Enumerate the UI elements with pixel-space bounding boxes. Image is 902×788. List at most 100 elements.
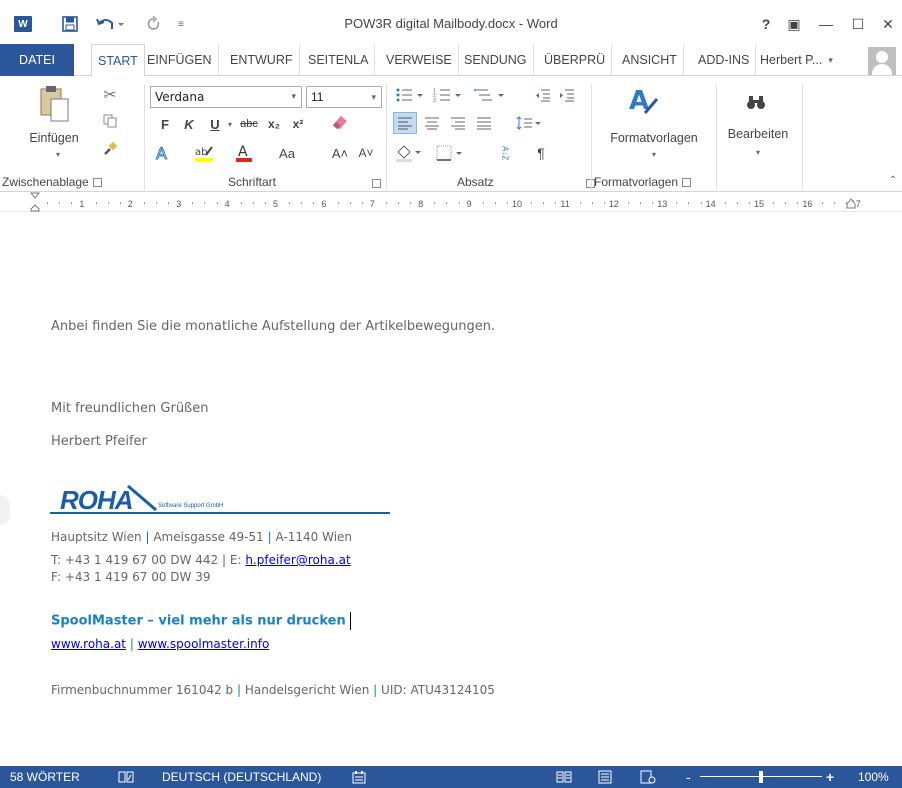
ruler-tick [156, 202, 157, 204]
clipboard-group-label: Zwischenablage [2, 175, 102, 189]
cut-button[interactable]: ✂ [98, 84, 122, 106]
decrease-indent-button[interactable] [532, 84, 554, 106]
horizontal-ruler[interactable]: 1 2 3 4 5 6 7 8 9 10 11 12 13 14 15 16 17 [0, 192, 902, 212]
zoom-in-button[interactable]: + [826, 766, 834, 788]
ruler-number: 16 [802, 199, 813, 209]
strikethrough-button[interactable]: abc [236, 114, 262, 134]
user-account-button[interactable]: Herbert P... ▾ [760, 44, 833, 76]
proofing-button[interactable] [118, 766, 134, 788]
minimize-button[interactable]: — [814, 14, 838, 34]
read-mode-button[interactable] [556, 766, 572, 788]
email-link[interactable]: h.pfeifer@roha.at [245, 553, 350, 567]
bold-button[interactable]: F [156, 114, 174, 134]
right-indent-marker[interactable] [846, 196, 856, 210]
ruler-tick [143, 202, 145, 204]
styles-button-label[interactable]: Formatvorlagen [596, 131, 712, 145]
print-layout-button[interactable] [598, 766, 612, 788]
highlighter-icon: ab [195, 146, 213, 162]
underline-button[interactable]: U [206, 114, 224, 134]
paste-dropdown-icon[interactable]: ▾ [38, 148, 78, 160]
shrink-font-button[interactable]: A˅ [356, 142, 376, 164]
help-button[interactable]: ? [754, 14, 778, 34]
ruler-tick [736, 202, 738, 204]
indent-marker[interactable] [30, 192, 40, 212]
tab-start[interactable]: START [91, 44, 145, 77]
borders-button[interactable] [432, 142, 468, 164]
tab-addins[interactable]: ADD-INS [692, 44, 757, 76]
grow-font-button[interactable]: A˄ [330, 142, 350, 164]
collapse-ribbon-button[interactable]: ⌃ [886, 173, 900, 187]
change-case-button[interactable]: Aa [270, 142, 304, 164]
tab-file[interactable]: DATEI [0, 44, 74, 76]
dialog-launcher-icon[interactable] [372, 179, 381, 188]
font-size-input[interactable]: 11 ▾ [306, 86, 382, 108]
align-center-button[interactable] [420, 112, 444, 134]
increase-indent-button[interactable] [556, 84, 578, 106]
avatar[interactable] [868, 47, 896, 75]
highlight-button[interactable]: ab [192, 142, 218, 164]
editing-dropdown-icon[interactable]: ▾ [752, 146, 764, 158]
zoom-level[interactable]: 100% [858, 766, 889, 788]
styles-gallery-button[interactable]: A [625, 82, 661, 122]
subscript-button[interactable]: x₂ [264, 114, 284, 134]
macro-record-button[interactable] [352, 766, 366, 788]
line-spacing-button[interactable] [512, 112, 546, 134]
zoom-out-button[interactable]: - [686, 766, 691, 788]
find-button[interactable] [736, 88, 776, 116]
numbered-list-icon: 123 [433, 88, 461, 103]
tab-design[interactable]: ENTWURF [224, 44, 300, 76]
styles-dropdown-icon[interactable]: ▾ [648, 148, 660, 160]
show-formatting-button[interactable]: ¶ [530, 142, 552, 164]
copy-button[interactable] [98, 110, 122, 132]
underline-dropdown-icon[interactable]: ▾ [224, 114, 236, 134]
paste-label[interactable]: Einfügen [22, 131, 86, 145]
chevron-down-icon[interactable]: ▾ [371, 87, 376, 107]
dialog-launcher-icon[interactable] [682, 178, 692, 188]
font-name-input[interactable]: Verdana ▾ [150, 86, 302, 108]
paragraph-group-label: Absatz [457, 175, 494, 189]
spoolmaster-website-link[interactable]: www.spoolmaster.info [138, 637, 270, 651]
print-layout-icon [598, 770, 612, 784]
sort-button[interactable]: A↓Z [494, 142, 516, 164]
tab-insert[interactable]: EINFÜGEN [141, 44, 219, 76]
tab-mailings[interactable]: SENDUNG [458, 44, 534, 76]
scissors-icon: ✂ [103, 87, 117, 104]
justify-button[interactable] [472, 112, 496, 134]
numbering-button[interactable]: 123 [430, 84, 466, 106]
web-links-line: www.roha.at | www.spoolmaster.info [51, 637, 270, 651]
superscript-button[interactable]: x² [288, 114, 308, 134]
align-right-button[interactable] [446, 112, 470, 134]
maximize-button[interactable]: ☐ [846, 14, 870, 34]
tab-layout[interactable]: SEITENLA [302, 44, 376, 76]
language-indicator[interactable]: DEUTSCH (DEUTSCHLAND) [162, 766, 321, 788]
font-color-button[interactable]: A [232, 142, 256, 164]
bullets-button[interactable] [392, 84, 428, 106]
chevron-down-icon[interactable]: ▾ [291, 87, 296, 107]
text-effects-button[interactable]: A [152, 142, 174, 164]
address-line: Hauptsitz Wien | Ameisgasse 49-51 | A-11… [51, 530, 353, 544]
document-page[interactable]: Anbei finden Sie die monatliche Aufstell… [0, 212, 902, 766]
ruler-tick [216, 202, 218, 204]
ribbon-display-options-button[interactable]: ▣ [782, 14, 806, 34]
shading-button[interactable] [392, 142, 426, 164]
format-painter-button[interactable] [98, 138, 122, 160]
editing-button-label[interactable]: Bearbeiten [720, 127, 796, 141]
web-layout-button[interactable] [640, 766, 656, 788]
multilevel-list-button[interactable] [470, 84, 510, 106]
align-left-button[interactable] [393, 112, 417, 134]
tab-review[interactable]: ÜBERPRÜ [538, 44, 613, 76]
close-button[interactable]: ✕ [876, 14, 900, 34]
italic-button[interactable]: K [180, 114, 198, 134]
paste-button[interactable] [34, 84, 74, 124]
roha-website-link[interactable]: www.roha.at [51, 637, 126, 651]
clear-formatting-button[interactable] [328, 112, 352, 134]
zoom-slider-thumb[interactable] [759, 771, 763, 783]
slogan-text: SpoolMaster – viel mehr als nur drucken [51, 613, 346, 629]
sort-icon: A↓Z [500, 145, 510, 161]
pilcrow-icon: ¶ [537, 145, 545, 161]
ruler-tick [240, 202, 242, 204]
tab-references[interactable]: VERWEISE [380, 44, 459, 76]
dialog-launcher-icon[interactable] [92, 178, 102, 188]
word-count[interactable]: 58 WÖRTER [10, 766, 80, 788]
tab-view[interactable]: ANSICHT [616, 44, 684, 76]
